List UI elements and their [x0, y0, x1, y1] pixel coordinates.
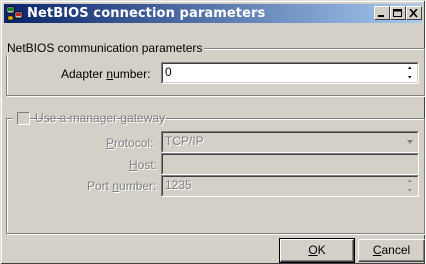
- close-button[interactable]: [406, 6, 422, 20]
- adapter-number-label: Adapter number:: [61, 67, 151, 81]
- adapter-number-spinbox[interactable]: 0: [161, 62, 419, 84]
- adapter-number-value: 0: [165, 65, 172, 79]
- ok-button[interactable]: OK: [279, 238, 355, 263]
- protocol-label: Protocol:: [106, 136, 154, 150]
- communication-group-legend: NetBIOS communication parameters: [5, 41, 205, 55]
- port-number-label: Port number:: [87, 179, 157, 193]
- manager-gateway-legend: Use a manager gateway: [13, 111, 165, 126]
- netbios-app-icon: [6, 6, 23, 22]
- port-number-value: 1235: [165, 178, 192, 192]
- title-bar[interactable]: NetBIOS connection parameters: [4, 4, 422, 23]
- use-manager-gateway-checkbox[interactable]: [17, 112, 30, 125]
- host-input[interactable]: [161, 153, 419, 175]
- protocol-value: TCP/IP: [165, 134, 204, 148]
- port-number-spin-buttons[interactable]: [403, 177, 417, 195]
- port-number-spinbox[interactable]: 1235: [161, 175, 419, 197]
- maximize-button[interactable]: [390, 6, 406, 20]
- protocol-dropdown-button[interactable]: [403, 133, 417, 151]
- host-label: Host:: [129, 158, 158, 172]
- protocol-select[interactable]: TCP/IP: [161, 131, 419, 153]
- dialog-window: NetBIOS connection parameters NetBIOS co…: [0, 0, 425, 264]
- use-manager-gateway-label: Use a manager gateway: [35, 111, 166, 125]
- adapter-number-spin-buttons[interactable]: [403, 64, 417, 82]
- minimize-button[interactable]: [374, 6, 390, 20]
- window-title: NetBIOS connection parameters: [27, 6, 266, 21]
- cancel-button[interactable]: Cancel: [358, 239, 425, 262]
